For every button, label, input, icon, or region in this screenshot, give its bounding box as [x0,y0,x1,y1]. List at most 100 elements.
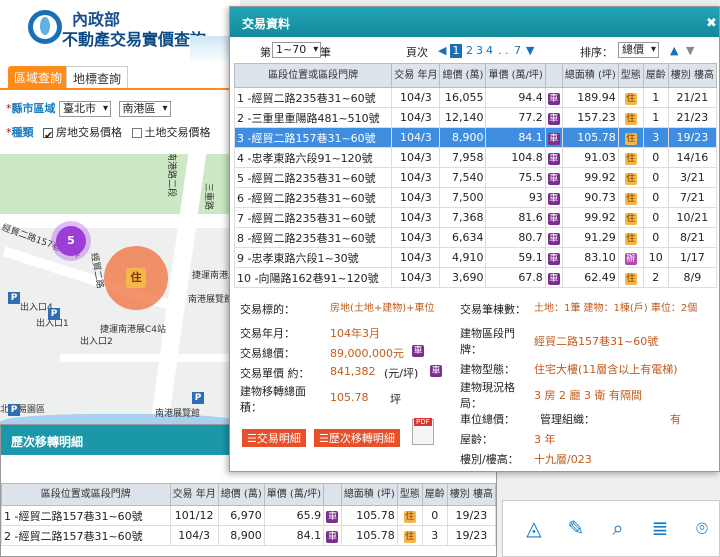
region-row: *縣市區域 臺北市 南港區 [6,100,175,117]
type-icon: 住 [624,112,637,125]
cell-floor: 19/23 [446,505,497,526]
table-row[interactable]: 7 -經貿二路235巷31~60號 104/3 7,368 81.6 車 99.… [233,207,718,228]
table-row[interactable]: 2 -經貿二路157巷31~60號 104/3 8,900 84.1 車 105… [1,525,497,546]
cell-unit: 93 [485,187,546,208]
map-label: 捷運南港展C4站 [100,325,167,335]
detail-value: 105.78 [330,391,369,404]
map-label: 南港展覽館 [188,295,234,305]
transaction-table: 區段位置或區段門牌 交易 年月 總價 (萬) 單價 (萬/坪) 總面積 (坪) … [233,63,718,288]
parking-icon: 車 [547,192,560,205]
parking-icon: 車 [547,112,560,125]
cell-floor: 19/23 [667,127,718,148]
page-link[interactable]: 7 [514,44,521,57]
cluster-marker-residential[interactable]: 住 [104,246,168,310]
sort-desc-icon[interactable]: ▼ [686,44,694,57]
detail-value: 有 [670,413,681,426]
cluster-marker-s[interactable]: 5 [56,226,86,256]
pdf-icon[interactable] [412,418,434,445]
detail-key: 交易年月： [240,327,295,340]
cell-total: 4,910 [439,247,487,268]
detail-key: 樓別/樓高： [460,453,519,466]
cell-floor: 1/17 [667,247,718,268]
table-row[interactable]: 6 -經貿二路235巷31~60號 104/3 7,500 93 車 90.73… [233,187,718,208]
cell-age: 3 [421,525,448,546]
cell-floor: 14/16 [667,147,718,168]
table-row[interactable]: 10 -向陽路162巷91~120號 104/3 3,690 67.8 車 62… [233,267,718,288]
page-link-active[interactable]: 1 [450,44,462,58]
cell-floor: 7/21 [667,187,718,208]
tab-landmark-search[interactable]: 地標查詢 [66,66,129,88]
cell-date: 104/3 [391,167,441,188]
table-row[interactable]: 4 -忠孝東路六段91~120號 104/3 7,958 104.8 車 91.… [233,147,718,168]
district-select[interactable]: 南港區 [118,101,171,117]
draw-icon[interactable]: ✎ [563,515,589,541]
cell-area: 99.92 [561,167,619,188]
sort-asc-icon[interactable]: ▲ [670,44,678,57]
deal-detail-button[interactable]: ☰交易明細 [242,429,306,447]
cell-area: 91.29 [561,227,619,248]
table-row[interactable]: 1 -經貿二路235巷31~60號 104/3 16,055 94.4 車 18… [233,87,718,108]
cell-date: 104/3 [391,147,441,168]
type-icon: 住 [624,212,637,225]
table-row[interactable]: 1 -經貿二路157巷31~60號 101/12 6,970 65.9 車 10… [1,505,497,526]
close-icon[interactable]: ✖ [706,16,717,31]
parking-icon: 車 [430,365,442,377]
cell-area: 83.10 [561,247,619,268]
parking-icon: 車 [547,272,560,285]
col-header: 型態 [396,483,423,506]
type-icon: 住 [624,152,637,165]
col-header: 屋齡 [421,483,448,506]
cell-date: 104/3 [169,525,219,546]
history-table: 區段位置或區段門牌 交易 年月 總價 (萬) 單價 (萬/坪) 總面積 (坪) … [1,483,497,546]
table-row[interactable]: 8 -經貿二路235巷31~60號 104/3 6,634 80.7 車 91.… [233,227,718,248]
measure-icon[interactable]: ◬ [521,515,547,541]
cell-area: 105.78 [561,127,619,148]
city-select[interactable]: 臺北市 [59,101,111,117]
table-row[interactable]: 3 -經貿二路157巷31~60號 104/3 8,900 84.1 車 105… [233,127,718,148]
transfer-history-button[interactable]: ☰歷次移轉明細 [314,429,400,447]
stack-icon[interactable]: ≣ [647,515,673,541]
parking-icon: P [8,292,20,304]
cell-address: 10 -向陽路162巷91~120號 [233,267,393,288]
location-icon[interactable]: ⌾ [689,515,715,541]
col-header: 總價 (萬) [439,63,487,88]
search-icon[interactable]: ⌕ [605,515,631,541]
cell-date: 104/3 [391,227,441,248]
range-select[interactable]: 1~70 [272,42,322,58]
col-header: 區段位置或區段門牌 [1,483,171,506]
parking-icon: P [48,308,60,320]
house-checkbox[interactable]: ✔ [43,128,53,142]
land-checkbox[interactable] [131,128,142,138]
table-row[interactable]: 5 -經貿二路235巷31~60號 104/3 7,540 75.5 車 99.… [233,167,718,188]
page-link[interactable]: 3 [476,44,483,57]
left-tabs: 區域查詢 地標查詢 [0,64,240,88]
cell-unit: 84.1 [263,525,325,546]
cell-floor: 3/21 [667,167,718,188]
col-header: 單價 (萬/坪) [263,483,325,506]
parking-icon: P [192,392,204,404]
filter-panel: *縣市區域 臺北市 南港區 *種類 ✔房地交易價格 土地交易價格 [0,88,240,154]
modal-title: 交易資料 [230,7,719,37]
page-link[interactable]: 2 [466,44,473,57]
detail-value: 3 年 [534,433,556,446]
map-toolbar: ◬ ✎ ⌕ ≣ ⌾ [502,500,720,557]
tab-area-search[interactable]: 區域查詢 [8,66,69,88]
next-page-icon[interactable]: ▼ [526,44,534,57]
detail-key: 建物區段門牌： [460,327,515,356]
table-row[interactable]: 9 -忠孝東路六段1~30號 104/3 4,910 59.1 車 83.10 … [233,247,718,268]
prev-page-icon[interactable]: ◀ [438,44,446,57]
cell-unit: 75.5 [485,167,546,188]
parking-icon: 車 [547,92,560,105]
sort-select[interactable]: 總價 [618,42,659,58]
cell-unit: 84.1 [485,127,546,148]
table-row[interactable]: 2 -三重里重陽路481~510號 104/3 12,140 77.2 車 15… [233,107,718,128]
cell-address: 2 -經貿二路157巷31~60號 [1,525,171,546]
page-link[interactable]: 4 [486,44,493,57]
cell-total: 6,634 [439,227,487,248]
col-header: 交易 年月 [169,483,219,506]
cell-address: 4 -忠孝東路六段91~120號 [233,147,393,168]
parking-icon: 車 [547,252,560,265]
cell-date: 104/3 [391,267,441,288]
cell-address: 9 -忠孝東路六段1~30號 [233,247,393,268]
cell-age: 2 [642,267,669,288]
